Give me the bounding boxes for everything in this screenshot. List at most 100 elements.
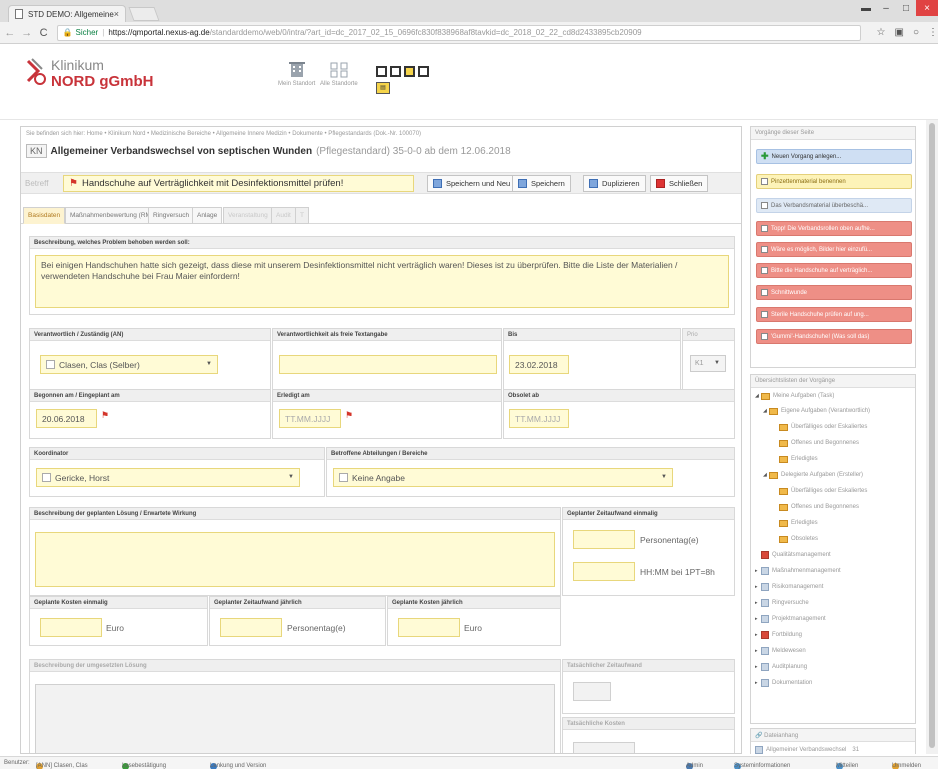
minimize-button[interactable]: – xyxy=(876,0,896,16)
attachment-item[interactable]: Allgemeiner Verbandswechsel 31 xyxy=(755,744,859,754)
module-item[interactable]: ▸ Projektmanagement xyxy=(755,613,826,625)
menu-dots-icon[interactable]: ⋮ xyxy=(928,27,938,38)
planned-effort-yearly-section: Geplanter Zeitaufwand jährlich Personent… xyxy=(209,596,386,646)
reload-icon[interactable]: C xyxy=(37,27,51,39)
extension-icon[interactable]: ▣ xyxy=(895,27,904,38)
priority-select[interactable]: K1 ▼ xyxy=(690,355,726,372)
window-close-button[interactable]: × xyxy=(916,0,938,16)
process-item[interactable]: Pinzettenmaterial benennen xyxy=(756,174,912,189)
layout-option-1[interactable] xyxy=(376,66,387,77)
departments-select[interactable]: Keine Angabe ▼ xyxy=(333,468,673,487)
user-icon[interactable]: ▬ xyxy=(856,0,876,16)
tab-massnahmenbewertung[interactable]: Maßnahmenbewertung (RM) xyxy=(65,207,159,224)
layout-toggle-icon[interactable]: ▤ xyxy=(376,82,390,94)
layout-option-3[interactable] xyxy=(404,66,415,77)
effort-yearly-input[interactable] xyxy=(220,618,282,637)
page-scrollbar[interactable] xyxy=(926,120,938,754)
section-header: Bis xyxy=(504,329,680,341)
process-icon xyxy=(761,333,768,340)
completed-date-input[interactable]: TT.MM.JJJJ xyxy=(279,409,341,428)
tree-item[interactable]: Erledigtes xyxy=(779,453,818,465)
layout-option-2[interactable] xyxy=(390,66,401,77)
save-and-new-button[interactable]: Speichern und Neu xyxy=(427,175,517,192)
new-tab-button[interactable] xyxy=(128,7,160,21)
my-location-button[interactable]: Mein Standort xyxy=(278,60,315,87)
subject-label: Betreff xyxy=(25,179,49,188)
module-item[interactable]: ▸ Auditplanung xyxy=(755,661,807,673)
process-item[interactable]: Sterile Handschuhe prüfen auf ung... xyxy=(756,307,912,322)
duplicate-button[interactable]: Duplizieren xyxy=(583,175,646,192)
tab-veranstaltung[interactable]: Veranstaltung xyxy=(223,207,273,224)
module-item[interactable]: ▸ Ringversuche xyxy=(755,597,809,609)
breadcrumb[interactable]: Sie befinden sich hier: Home • Klinikum … xyxy=(26,131,421,137)
due-date-input[interactable]: 23.02.2018 xyxy=(509,355,569,374)
new-process-button[interactable]: ✚ Neuen Vorgang anlegen... xyxy=(756,149,912,164)
process-item[interactable]: 'Gummi'-Handschuhe! (Was soll das) xyxy=(756,329,912,344)
tree-item[interactable]: Überfälliges oder Eskaliertes xyxy=(779,485,867,497)
scrollbar-thumb[interactable] xyxy=(929,123,935,748)
section-header: Verantwortlichkeit als freie Textangabe xyxy=(273,329,501,341)
tab-audit[interactable]: Audit xyxy=(271,207,296,224)
process-item[interactable]: Topp! Die Verbandsrollen oben aufhe... xyxy=(756,221,912,236)
module-item[interactable]: ▸ Risikomanagement xyxy=(755,581,823,593)
process-item[interactable]: Bitte die Handschuhe auf verträglich... xyxy=(756,263,912,278)
tree-item[interactable]: ◢ Meine Aufgaben (Task) xyxy=(755,390,834,402)
cost-yearly-input[interactable] xyxy=(398,618,460,637)
calendar-flag-icon[interactable]: ⚑ xyxy=(345,410,353,421)
module-item[interactable]: Qualitätsmanagement xyxy=(755,549,831,561)
star-icon[interactable]: ☆ xyxy=(877,27,886,38)
tab-anlage[interactable]: Anlage xyxy=(192,207,223,224)
tree-item[interactable]: ◢ Eigene Aufgaben (Verantwortlich) xyxy=(763,405,870,417)
page-processes-panel: Vorgänge dieser Seite ✚ Neuen Vorgang an… xyxy=(750,126,916,368)
tab-ringversuch[interactable]: Ringversuch xyxy=(148,207,195,224)
folder-icon xyxy=(769,471,778,479)
module-item[interactable]: ▸ Maßnahmenmanagement xyxy=(755,565,841,577)
url-input[interactable]: 🔒 Sicher | https://qmportal.nexus-ag.de /… xyxy=(56,24,861,41)
layout-selector xyxy=(376,66,429,77)
tab-basisdaten[interactable]: Basisdaten xyxy=(23,207,66,224)
browser-tab[interactable]: STD DEMO: Allgemeiner × xyxy=(8,5,126,22)
all-locations-button[interactable]: Alle Standorte xyxy=(320,60,358,87)
tree-item[interactable]: Offenes und Begonnenes xyxy=(779,437,859,449)
module-item[interactable]: ▸ Dokumentation xyxy=(755,677,812,689)
module-item[interactable]: ▸ Meldewesen xyxy=(755,645,806,657)
documentation-icon xyxy=(761,679,769,687)
layout-option-4[interactable] xyxy=(418,66,429,77)
save-button[interactable]: Speichern xyxy=(512,175,571,192)
maximize-button[interactable]: □ xyxy=(896,0,916,16)
obsolete-date-input[interactable]: TT.MM.JJJJ xyxy=(509,409,569,428)
started-date-input[interactable]: 20.06.2018 xyxy=(36,409,97,428)
tree-item[interactable]: Überfälliges oder Eskaliertes xyxy=(779,421,867,433)
calendar-flag-icon[interactable]: ⚑ xyxy=(101,410,109,421)
section-header: Betroffene Abteilungen / Bereiche xyxy=(327,448,734,460)
person-days-input[interactable] xyxy=(573,530,635,549)
hours-input[interactable] xyxy=(573,562,635,581)
priority-section: Prio K1 ▼ xyxy=(682,328,735,390)
planned-solution-textarea[interactable] xyxy=(35,532,555,587)
tree-item[interactable]: ◢ Delegierte Aufgaben (Ersteller) xyxy=(763,469,863,481)
close-button[interactable]: Schließen xyxy=(650,175,709,192)
back-arrow-icon[interactable]: ← xyxy=(3,27,17,39)
tab-close-button[interactable]: × xyxy=(114,9,119,19)
tree-item[interactable]: Offenes und Begonnenes xyxy=(779,501,859,513)
tree-item[interactable]: Obsoletes xyxy=(779,533,818,545)
tree-item[interactable]: Erledigtes xyxy=(779,517,818,529)
implemented-solution-textarea[interactable] xyxy=(35,684,555,753)
clinic-logo[interactable]: Klinikum NORD gGmbH xyxy=(24,57,154,90)
cost-once-input[interactable] xyxy=(40,618,102,637)
responsible-select[interactable]: Clasen, Clas (Selber) ▼ xyxy=(40,355,218,374)
completed-section: Erledigt am TT.MM.JJJJ ⚑ xyxy=(272,389,502,439)
profile-icon[interactable]: ○ xyxy=(913,27,919,38)
forward-arrow-icon[interactable]: → xyxy=(20,27,34,39)
actual-effort-input[interactable] xyxy=(573,682,611,701)
problem-description-textarea[interactable]: Bei einigen Handschuhen hatte sich gezei… xyxy=(35,255,729,308)
module-item[interactable]: ▸ Fortbildung xyxy=(755,629,802,641)
subject-input[interactable]: ⚑ Handschuhe auf Verträglichkeit mit Des… xyxy=(63,175,414,192)
actual-cost-input[interactable] xyxy=(573,742,635,753)
process-item[interactable]: Schnittwunde xyxy=(756,285,912,300)
responsible-freetext-input[interactable] xyxy=(279,355,497,374)
process-item[interactable]: Das Verbandsmaterial überbeschä... xyxy=(756,198,912,213)
process-item[interactable]: Wäre es möglich, Bilder hier einzufü... xyxy=(756,242,912,257)
tab-t[interactable]: T xyxy=(295,207,309,224)
coordinator-select[interactable]: Gericke, Horst ▼ xyxy=(36,468,300,487)
